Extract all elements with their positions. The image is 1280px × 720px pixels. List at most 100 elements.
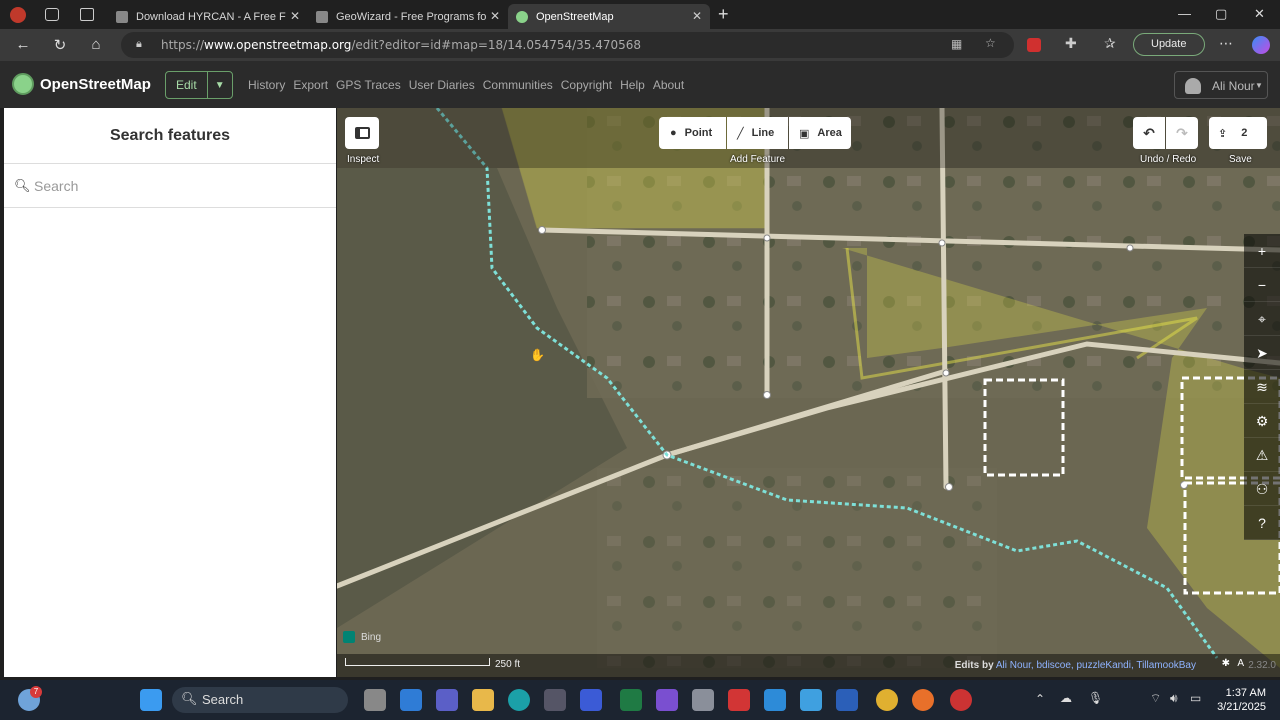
feature-search-box: 🔍︎ bbox=[4, 163, 336, 208]
nav-communities[interactable]: Communities bbox=[483, 78, 553, 92]
tab-title: Download HYRCAN - A Free FEM bbox=[136, 10, 286, 23]
search-features-input[interactable] bbox=[34, 172, 324, 200]
lock-icon[interactable]: 🔒︎ bbox=[136, 37, 142, 51]
notepad-icon[interactable] bbox=[800, 689, 822, 711]
tab-title: OpenStreetMap bbox=[536, 10, 614, 23]
extensions-puzzle-icon[interactable]: ✚ bbox=[1065, 35, 1077, 52]
workspaces-icon[interactable] bbox=[45, 8, 59, 21]
nav-copyright[interactable]: Copyright bbox=[561, 78, 612, 92]
add-area-button[interactable]: ▣ Area bbox=[789, 117, 851, 149]
home-icon[interactable]: ⌂ bbox=[86, 36, 106, 53]
tab-hyrcan[interactable]: Download HYRCAN - A Free FEM ✕ bbox=[108, 4, 308, 29]
bug-report-icon[interactable]: ✱ bbox=[1222, 658, 1230, 669]
taskbar-clock[interactable]: 1:37 AM 3/21/2025 bbox=[1217, 686, 1266, 714]
browser-profile-icon[interactable] bbox=[10, 7, 26, 23]
user-menu-button[interactable]: Ali Nour ▼ bbox=[1174, 71, 1268, 99]
file-explorer-icon[interactable] bbox=[472, 689, 494, 711]
browser-tab-strip: Download HYRCAN - A Free FEM ✕ GeoWizard… bbox=[0, 0, 1280, 29]
accessibility-icon[interactable]: A bbox=[1237, 658, 1244, 669]
close-tab-icon[interactable]: ✕ bbox=[290, 9, 300, 23]
windows-start-icon[interactable] bbox=[140, 689, 162, 711]
background-layers-icon[interactable]: ≋ bbox=[1244, 370, 1280, 404]
tray-chevron-icon[interactable]: ⌃ bbox=[1035, 692, 1045, 706]
url-host: www.openstreetmap.org bbox=[204, 38, 352, 52]
app-available-icon[interactable]: ▦ bbox=[951, 37, 962, 51]
nav-help[interactable]: Help bbox=[620, 78, 645, 92]
inspect-button[interactable] bbox=[345, 117, 379, 149]
nav-about[interactable]: About bbox=[653, 78, 684, 92]
firefox-icon[interactable] bbox=[912, 689, 934, 711]
zoom-in-icon[interactable]: + bbox=[1244, 234, 1280, 268]
edit-button[interactable]: Edit bbox=[166, 72, 208, 98]
calculator-icon[interactable] bbox=[692, 689, 714, 711]
zoom-to-selection-icon[interactable]: ⌖ bbox=[1244, 302, 1280, 336]
word-icon[interactable] bbox=[836, 689, 858, 711]
tab-openstreetmap[interactable]: OpenStreetMap ✕ bbox=[508, 4, 710, 29]
microphone-icon[interactable]: 🎙︎ bbox=[1088, 691, 1103, 705]
chrome-icon[interactable] bbox=[876, 689, 898, 711]
store-icon[interactable] bbox=[400, 689, 422, 711]
point-icon: ● bbox=[670, 127, 677, 139]
favorite-star-icon[interactable]: ☆ bbox=[985, 36, 996, 50]
map-canvas[interactable]: Inspect ● Point ╱ Line ▣ Area Add Featur… bbox=[337, 108, 1280, 677]
sidebar-title: Search features bbox=[109, 127, 231, 144]
address-bar[interactable]: 🔒︎ https://www.openstreetmap.org/edit?ed… bbox=[121, 32, 1014, 58]
add-point-button[interactable]: ● Point bbox=[659, 117, 726, 149]
edit-dropdown-icon[interactable]: ▼ bbox=[208, 72, 232, 98]
app-icon[interactable] bbox=[950, 689, 972, 711]
wifi-icon[interactable]: ⌔ bbox=[1150, 691, 1161, 706]
scale-label: 250 ft bbox=[495, 659, 521, 670]
app-icon[interactable] bbox=[656, 689, 678, 711]
osm-logo[interactable]: OpenStreetMap bbox=[12, 73, 151, 95]
edge-icon[interactable] bbox=[508, 689, 530, 711]
taskbar-search[interactable]: 🔍︎ Search bbox=[172, 687, 348, 713]
save-button[interactable]: ⇪ 2 bbox=[1209, 117, 1267, 149]
back-icon[interactable]: ← bbox=[13, 36, 33, 53]
issues-icon[interactable]: ⚠ bbox=[1244, 438, 1280, 472]
update-label: Update bbox=[1151, 38, 1187, 50]
nav-history[interactable]: History bbox=[248, 78, 285, 92]
nav-user-diaries[interactable]: User Diaries bbox=[409, 78, 475, 92]
help-icon[interactable]: ? bbox=[1244, 506, 1280, 540]
windows-taskbar: 7 🔍︎ Search ⌃ ☁ 🎙︎ ⌔ 🔊︎ ▭ 1:37 AM 3/21/2… bbox=[0, 680, 1280, 720]
zoom-out-icon[interactable]: − bbox=[1244, 268, 1280, 302]
url-scheme: https:// bbox=[161, 38, 205, 52]
minimize-icon[interactable]: — bbox=[1178, 6, 1191, 21]
new-tab-button[interactable]: + bbox=[718, 4, 729, 25]
geolocate-icon[interactable]: ➤ bbox=[1244, 336, 1280, 370]
download-icon[interactable] bbox=[764, 689, 786, 711]
volume-icon[interactable]: 🔊︎ bbox=[1170, 691, 1178, 706]
nav-gps-traces[interactable]: GPS Traces bbox=[336, 78, 401, 92]
edits-users-link[interactable]: Ali Nour, bdiscoe, puzzleKandi, Tillamoo… bbox=[996, 660, 1196, 671]
add-line-button[interactable]: ╱ Line bbox=[727, 117, 788, 149]
favorites-icon[interactable]: ✰ bbox=[1104, 35, 1116, 52]
battery-icon[interactable]: ▭ bbox=[1190, 691, 1201, 705]
undo-button[interactable]: ↶ bbox=[1133, 117, 1165, 149]
version-label: 2.32.0 bbox=[1248, 660, 1276, 671]
task-view-icon[interactable] bbox=[364, 689, 386, 711]
teams-icon[interactable] bbox=[436, 689, 458, 711]
tab-geowizard[interactable]: GeoWizard - Free Programs for G ✕ bbox=[308, 4, 508, 29]
scale-bar[interactable] bbox=[345, 658, 490, 666]
nav-export[interactable]: Export bbox=[293, 78, 328, 92]
extension-icon[interactable] bbox=[1027, 38, 1041, 52]
acrobat-icon[interactable] bbox=[728, 689, 750, 711]
app-icon[interactable] bbox=[544, 689, 566, 711]
map-data-icon[interactable]: ⚙ bbox=[1244, 404, 1280, 438]
preferences-icon[interactable]: ⚇ bbox=[1244, 472, 1280, 506]
search-icon: 🔍︎ bbox=[181, 691, 198, 706]
copilot-icon[interactable] bbox=[1252, 36, 1270, 54]
close-tab-icon[interactable]: ✕ bbox=[692, 9, 702, 23]
tab-actions-icon[interactable] bbox=[80, 8, 94, 21]
imagery-attribution[interactable]: Bing bbox=[343, 631, 381, 643]
close-window-icon[interactable]: ✕ bbox=[1254, 6, 1265, 22]
redo-button[interactable]: ↷ bbox=[1166, 117, 1198, 149]
onedrive-icon[interactable]: ☁ bbox=[1060, 691, 1072, 705]
maximize-icon[interactable]: ▢ bbox=[1215, 6, 1227, 22]
reload-icon[interactable]: ↻ bbox=[50, 36, 70, 54]
more-menu-icon[interactable]: ⋯ bbox=[1219, 35, 1233, 52]
update-button[interactable]: Update bbox=[1133, 33, 1205, 56]
mathcad-icon[interactable] bbox=[580, 689, 602, 711]
close-tab-icon[interactable]: ✕ bbox=[490, 9, 500, 23]
excel-icon[interactable] bbox=[620, 689, 642, 711]
